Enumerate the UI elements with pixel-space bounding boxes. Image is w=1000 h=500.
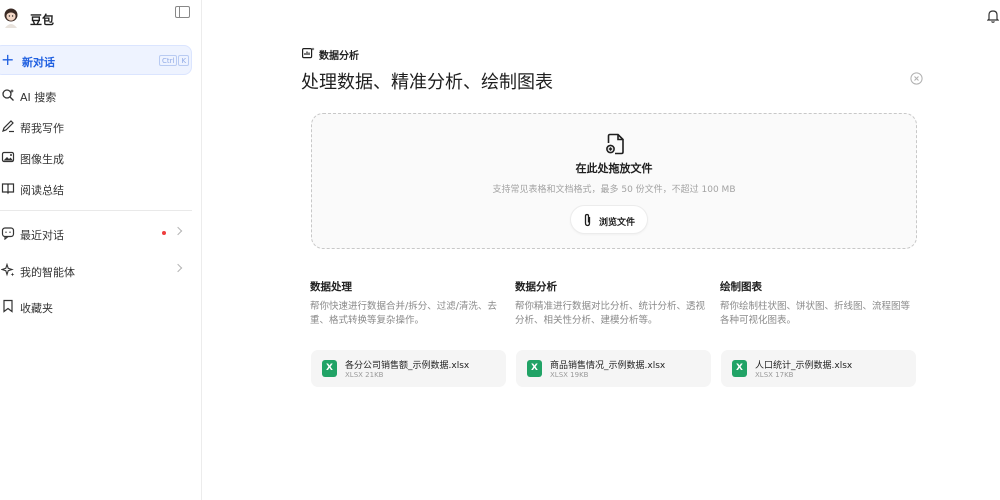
excel-file-icon: X xyxy=(322,360,337,377)
paperclip-icon xyxy=(584,213,591,227)
new-chat-label: 新对话 xyxy=(22,56,55,69)
sidebar-item-label: 收藏夹 xyxy=(20,302,53,315)
feature-data-analysis: 数据分析 帮你精准进行数据对比分析、统计分析、透视分析、相关性分析、建模分析等。 xyxy=(515,279,711,328)
sparkle-icon xyxy=(1,263,15,277)
app-window: 豆包 + 新对话 Ctrl K AI 搜索 帮我写作 图像生成 阅读总结 最近对… xyxy=(0,0,1000,500)
page-title: 处理数据、精准分析、绘制图表 xyxy=(301,72,553,93)
dropzone-title: 在此处拖放文件 xyxy=(575,162,653,175)
browse-files-label: 浏览文件 xyxy=(599,218,636,228)
sample-file-meta: XLSX 19KB xyxy=(550,371,589,379)
bell-icon[interactable] xyxy=(987,9,999,23)
sample-file-card[interactable]: X 各分公司销售额_示例数据.xlsx XLSX 21KB xyxy=(311,350,506,387)
chat-bubble-icon xyxy=(1,227,15,240)
sample-file-name: 人口统计_示例数据.xlsx xyxy=(755,361,853,371)
sidebar-item-label: AI 搜索 xyxy=(20,91,57,104)
feature-title: 数据处理 xyxy=(310,281,352,293)
section-label-text: 数据分析 xyxy=(319,51,359,62)
sample-file-meta: XLSX 17KB xyxy=(755,371,794,379)
sidebar-item-favorites[interactable]: 收藏夹 xyxy=(0,296,195,318)
sidebar-item-reading[interactable]: 阅读总结 xyxy=(0,178,195,200)
new-chat-button[interactable]: + 新对话 Ctrl K xyxy=(0,45,192,75)
feature-title: 数据分析 xyxy=(515,281,557,293)
chevron-right-icon xyxy=(173,226,183,236)
pen-icon xyxy=(2,120,14,133)
sidebar-item-label: 图像生成 xyxy=(20,153,64,166)
sidebar-item-writing[interactable]: 帮我写作 xyxy=(0,116,195,138)
excel-file-icon: X xyxy=(732,360,747,377)
browse-files-button[interactable]: 浏览文件 xyxy=(570,205,648,234)
dropzone-subtitle: 支持常见表格和文档格式，最多 50 份文件，不超过 100 MB xyxy=(492,185,736,195)
chevron-right-icon xyxy=(173,263,183,273)
sidebar-item-label: 帮我写作 xyxy=(20,122,64,135)
sidebar: 豆包 + 新对话 Ctrl K AI 搜索 帮我写作 图像生成 阅读总结 最近对… xyxy=(0,0,202,500)
book-icon xyxy=(1,183,15,195)
excel-file-icon: X xyxy=(527,360,542,377)
sidebar-item-recent[interactable]: 最近对话 xyxy=(0,223,195,245)
feature-description: 帮你绘制柱状图、饼状图、折线图、流程图等各种可视化图表。 xyxy=(720,301,911,326)
shortcut-hint: Ctrl K xyxy=(159,55,190,66)
notification-dot xyxy=(162,231,166,235)
sample-file-name: 商品销售情况_示例数据.xlsx xyxy=(550,361,666,371)
feature-title: 绘制图表 xyxy=(720,281,762,293)
feature-chart-drawing: 绘制图表 帮你绘制柱状图、饼状图、折线图、流程图等各种可视化图表。 xyxy=(720,279,916,328)
sidebar-item-ai-search[interactable]: AI 搜索 xyxy=(0,85,195,107)
close-icon[interactable] xyxy=(910,72,923,85)
bookmark-icon xyxy=(3,299,13,313)
sidebar-item-label: 阅读总结 xyxy=(20,184,64,197)
data-analysis-icon xyxy=(302,47,315,59)
feature-description: 帮你精准进行数据对比分析、统计分析、透视分析、相关性分析、建模分析等。 xyxy=(515,301,706,326)
shortcut-key-ctrl: Ctrl xyxy=(159,55,178,66)
avatar xyxy=(4,8,18,28)
plus-icon: + xyxy=(1,50,15,69)
sample-file-meta: XLSX 21KB xyxy=(345,371,384,379)
brand-name: 豆包 xyxy=(30,13,55,27)
shortcut-key-k: K xyxy=(178,55,190,66)
sidebar-item-agents[interactable]: 我的智能体 xyxy=(0,260,195,282)
ai-search-icon xyxy=(2,89,14,101)
image-icon xyxy=(1,151,15,163)
brand[interactable]: 豆包 xyxy=(0,6,200,32)
sample-file-card[interactable]: X 商品销售情况_示例数据.xlsx XLSX 19KB xyxy=(516,350,711,387)
sidebar-divider xyxy=(0,210,192,211)
sidebar-item-label: 最近对话 xyxy=(20,229,64,242)
file-upload-icon xyxy=(606,133,624,155)
file-dropzone[interactable]: 在此处拖放文件 支持常见表格和文档格式，最多 50 份文件，不超过 100 MB… xyxy=(311,113,917,249)
sample-file-card[interactable]: X 人口统计_示例数据.xlsx XLSX 17KB xyxy=(721,350,916,387)
feature-data-processing: 数据处理 帮你快速进行数据合并/拆分、过滤/清洗、去重、格式转换等复杂操作。 xyxy=(310,279,506,328)
feature-description: 帮你快速进行数据合并/拆分、过滤/清洗、去重、格式转换等复杂操作。 xyxy=(310,301,497,326)
sample-file-name: 各分公司销售额_示例数据.xlsx xyxy=(345,361,470,371)
sidebar-collapse-icon[interactable] xyxy=(175,6,190,18)
sidebar-item-label: 我的智能体 xyxy=(20,266,75,279)
sidebar-item-image-gen[interactable]: 图像生成 xyxy=(0,147,195,169)
